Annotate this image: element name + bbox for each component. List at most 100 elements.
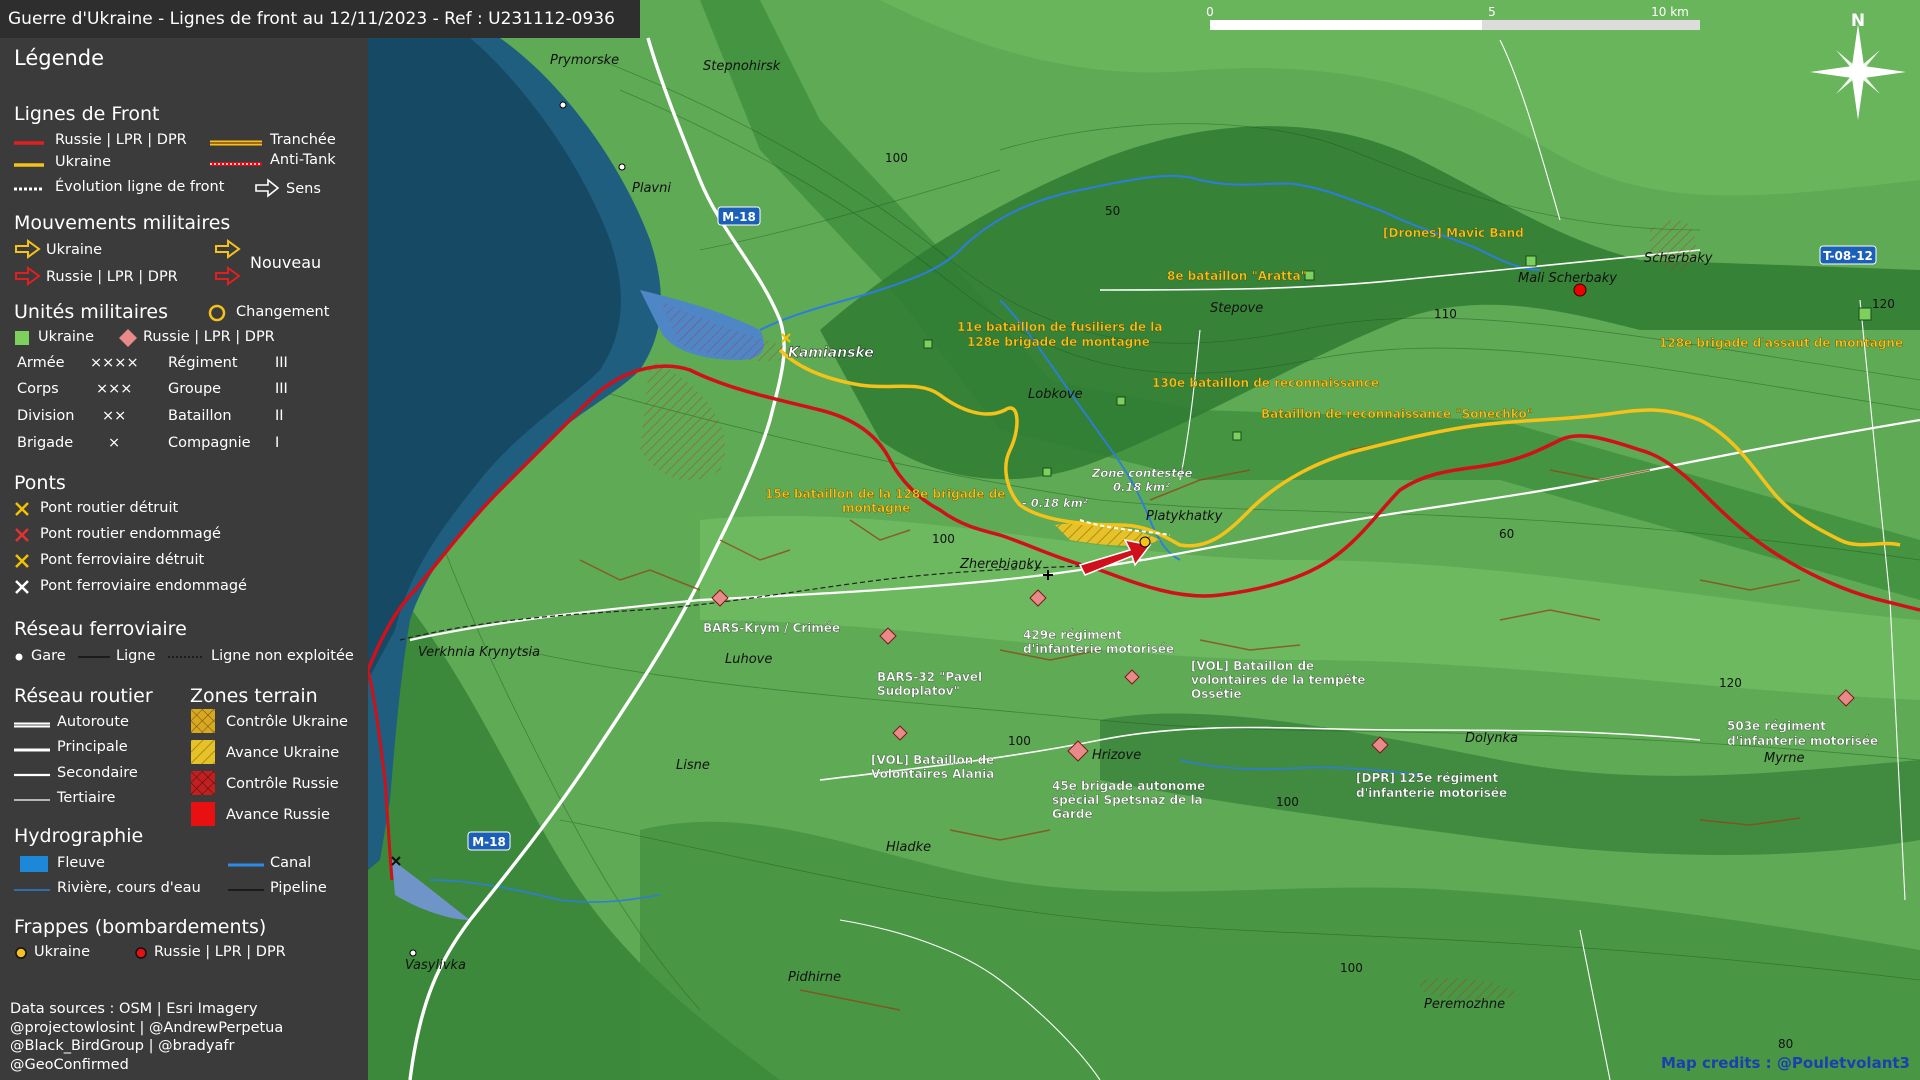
legend-section-roads: Réseau routier — [14, 685, 153, 707]
legend-road-2: Principale — [57, 739, 128, 755]
ukraine-unit-square-icon — [15, 331, 29, 345]
legend-units-change: Changement — [236, 304, 330, 320]
russia-new-move-arrow-icon — [215, 266, 241, 286]
contour-label: 100 — [885, 151, 908, 165]
legend-strike-ukraine: Ukraine — [34, 944, 90, 960]
road-bridge-destroyed-icon — [15, 502, 29, 516]
unit-label-128e: 128e brigade d'assaut de montagne — [1659, 336, 1903, 350]
unit-label-45e-brigade-2: spécial Spetsnaz de la — [1052, 793, 1203, 807]
road-label-m18-south: M-18 — [472, 835, 506, 849]
place-lisne: Lisne — [676, 758, 710, 773]
legend-zone-4: Avance Russie — [226, 807, 330, 823]
unit-label-vol-tempete-2: volontaires de la tempête — [1191, 673, 1366, 687]
legend-unit-brigade-symbol: × — [108, 435, 121, 451]
place-mali-scherbaky: Mali Scherbaky — [1518, 271, 1617, 286]
place-peremozhne: Peremozhne — [1424, 997, 1505, 1012]
change-circle-icon — [208, 304, 226, 322]
legend-section-front: Lignes de Front — [14, 103, 160, 125]
unit-label-bars32: BARS-32 "Pavel — [877, 670, 982, 684]
contour-label: 110 — [1434, 307, 1457, 321]
unit-label-15e-bataillon-2: montagne — [842, 501, 910, 515]
legend-unit-army-symbol: ×××× — [90, 355, 139, 371]
place-stepnohirsk: Stepnohirsk — [703, 59, 781, 74]
legend-zone-3: Contrôle Russie — [226, 776, 339, 792]
direction-arrow-icon — [255, 178, 280, 198]
unit-label-drones: [Drones] Mavic Band — [1383, 226, 1524, 240]
legend-road-main — [14, 748, 50, 752]
legend-front-evolution: Évolution ligne de front — [55, 179, 225, 195]
unit-label-dpr-125e-2: d'infanterie motorisée — [1356, 786, 1507, 800]
unit-label-503e-2: d'infanterie motorisée — [1727, 734, 1878, 748]
legend-move-new: Nouveau — [250, 253, 322, 272]
zone-advance-russia-swatch — [191, 802, 215, 826]
contested-zone-label: Zone contestée — [1091, 466, 1193, 480]
contour-label: 50 — [1105, 204, 1120, 218]
legend-section-zones: Zones terrain — [190, 685, 318, 707]
legend-section-hydro: Hydrographie — [14, 825, 144, 847]
contour-label: 80 — [1778, 1037, 1793, 1051]
data-sources: Data sources : OSM | Esri Imagery @proje… — [10, 1000, 283, 1074]
legend-road-3: Secondaire — [57, 765, 138, 781]
legend-section-moves: Mouvements militaires — [14, 212, 231, 234]
unit-label-503e: 503e régiment — [1727, 719, 1826, 733]
scale-label-5: 5 — [1488, 5, 1496, 19]
rail-bridge-destroyed-icon — [15, 554, 29, 568]
unit-label-sonechko: Bataillon de reconnaissance "Sonechko" — [1261, 407, 1533, 421]
place-zherebianky: Zherebianky — [959, 557, 1042, 572]
legend-hydro-stream — [14, 889, 50, 891]
legend-bridge-2: Pont routier endommagé — [40, 526, 221, 542]
legend-strike-russia: Russie | LPR | DPR — [154, 944, 286, 960]
legend-title: Légende — [14, 46, 105, 70]
strike-ukraine-icon — [15, 947, 27, 959]
legend-front-direction: Sens — [286, 181, 321, 197]
russia-move-arrow-icon — [15, 266, 41, 286]
place-luhove: Luhove — [725, 652, 772, 667]
legend-front-trench: Tranchée — [270, 132, 336, 148]
place-platykhatky: Platykhatky — [1146, 509, 1223, 524]
place-plavni: Plavni — [632, 181, 671, 196]
unit-label-alania: [VOL] Bataillon de — [871, 753, 994, 767]
legend-unit-corps-symbol: ××× — [96, 381, 133, 397]
data-source-line: @projectowlosint | @AndrewPerpetua — [10, 1019, 284, 1036]
rail-bridge-damaged-legend-icon — [15, 580, 29, 594]
legend-zone-2: Avance Ukraine — [226, 745, 340, 761]
unit-label-45e-brigade-3: Garde — [1052, 807, 1093, 821]
legend-hydro-canal-label: Canal — [270, 855, 312, 871]
legend-section-units: Unités militaires — [14, 301, 169, 323]
legend-hydro-pipeline-label: Pipeline — [270, 880, 327, 896]
place-scherbaky: Scherbaky — [1644, 251, 1713, 266]
legend-road-tertiary — [14, 799, 50, 801]
unit-label-45e-brigade: 45e brigade autonome — [1052, 779, 1205, 793]
contested-zone-area: 0.18 km² — [1113, 480, 1170, 494]
legend-unit-battalion-symbol: II — [275, 408, 284, 424]
legend-line-antitank — [210, 162, 262, 166]
contour-label: 100 — [932, 532, 955, 546]
legend-rail-unused — [168, 656, 204, 658]
legend-hydro-pipeline — [228, 889, 264, 891]
map-credits: Map credits : @Pouletvolant3 — [1661, 1054, 1910, 1072]
legend-line-russia — [14, 141, 44, 145]
scale-bar: 0 5 10 km — [1206, 5, 1700, 30]
zone-advance-ukraine-swatch — [191, 740, 215, 764]
russia-unit-diamond-icon — [119, 329, 137, 347]
zone-control-ukraine-swatch — [191, 709, 215, 733]
legend-unit-regiment: Régiment — [168, 355, 238, 371]
unit-label-bars-krym: BARS-Krym / Crimée — [703, 621, 840, 635]
place-dolynka: Dolynka — [1465, 731, 1518, 746]
legend-front-ukraine: Ukraine — [55, 154, 111, 170]
place-myrne: Myrne — [1764, 751, 1805, 766]
legend-road-secondary — [14, 773, 50, 777]
place-vasylivka: Vasylivka — [405, 958, 466, 973]
legend-unit-regiment-symbol: III — [275, 355, 288, 371]
legend-unit-brigade: Brigade — [17, 435, 74, 451]
legend-bridge-4: Pont ferroviaire endommagé — [40, 578, 247, 594]
contour-label: 100 — [1340, 961, 1363, 975]
unit-label-130e: 130e bataillon de reconnaissance — [1152, 376, 1379, 390]
legend-hydro-river-big: Fleuve — [57, 855, 105, 871]
road-label-t0812: T-08-12 — [1823, 249, 1873, 263]
legend-hydro-stream-label: Rivière, cours d'eau — [57, 880, 201, 896]
unit-label-429e: 429e régiment — [1023, 628, 1122, 642]
contour-label: 60 — [1499, 527, 1514, 541]
unit-label-11e-bataillon: 11e bataillon de fusiliers de la — [957, 320, 1163, 334]
contour-label: 120 — [1719, 676, 1742, 690]
